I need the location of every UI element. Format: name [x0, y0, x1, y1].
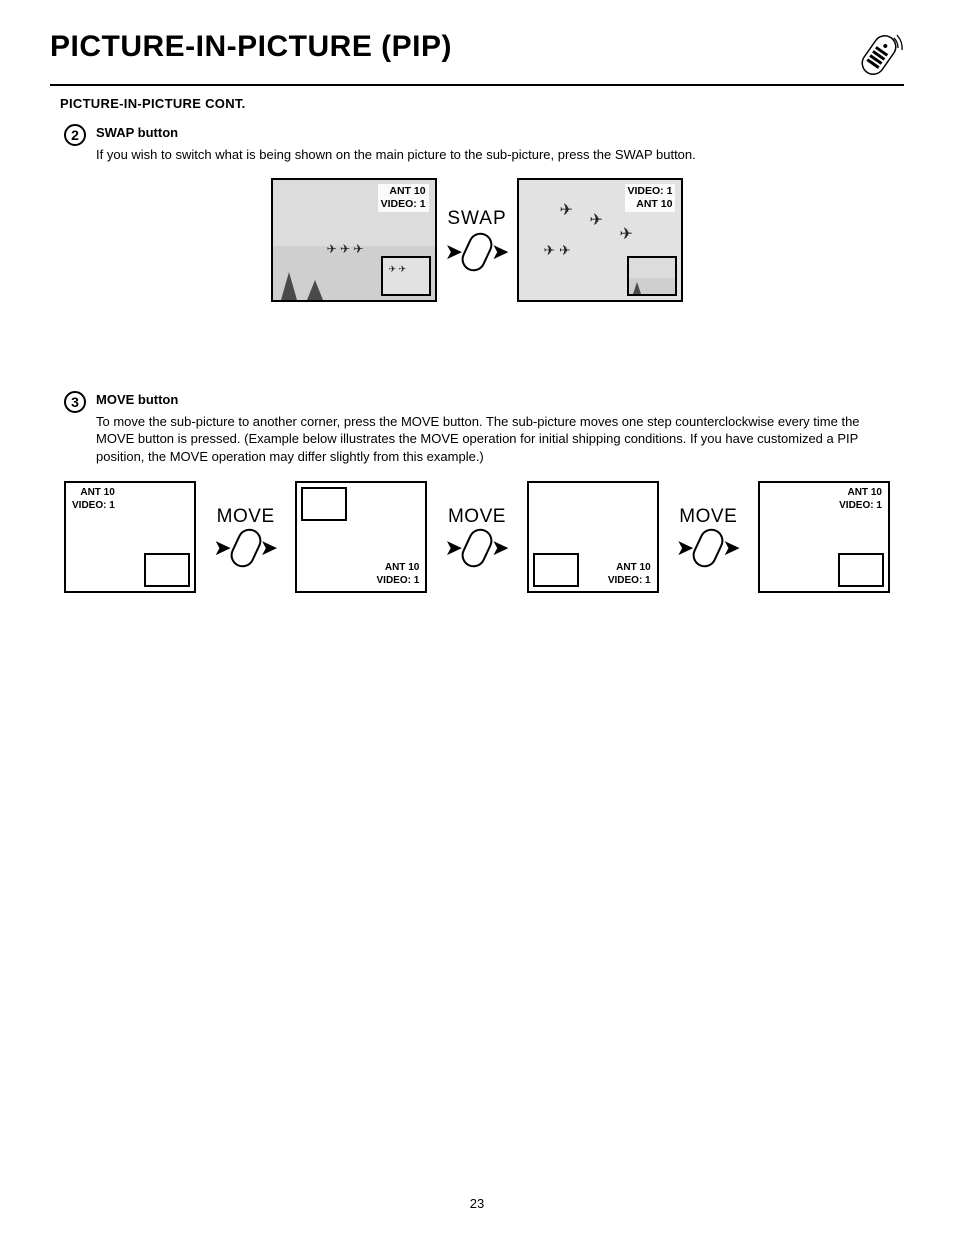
pip-left: ✈ ✈	[381, 256, 431, 296]
title-rule	[50, 84, 904, 86]
tv-before-swap: ANT 10 VIDEO: 1 ✈ ✈ ✈ ✈ ✈	[271, 178, 437, 302]
section-cont-subhead: PICTURE-IN-PICTURE CONT.	[60, 96, 904, 111]
pip-move-4	[838, 553, 884, 587]
swap-label: SWAP	[447, 208, 506, 230]
arrow-right-icon: ➤	[491, 537, 509, 559]
move-label-1: MOVE	[217, 506, 275, 528]
move-tv-1: ANT 10 VIDEO: 1	[64, 481, 196, 593]
osd-move-1: ANT 10 VIDEO: 1	[72, 487, 115, 512]
arrow-right-icon: ➤	[722, 537, 740, 559]
tv-after-swap: VIDEO: 1 ANT 10 ✈ ✈ ✈ ✈ ✈	[517, 178, 683, 302]
osd-left-line1: ANT 10	[389, 185, 425, 197]
osd-move-4: ANT 10 VIDEO: 1	[839, 487, 882, 512]
osd-right-line1: VIDEO: 1	[628, 185, 673, 197]
pip-right	[627, 256, 677, 296]
remote-icon	[854, 30, 904, 80]
osd-left-line2: VIDEO: 1	[381, 198, 426, 210]
osd-move-3: ANT 10 VIDEO: 1	[608, 562, 651, 587]
arrow-right-icon: ➤	[445, 537, 463, 559]
move-diagram: ANT 10 VIDEO: 1 MOVE ➤ ➤ ANT 10 VIDEO: 1…	[64, 481, 890, 593]
osd-left: ANT 10 VIDEO: 1	[378, 184, 429, 212]
step-number-3: 3	[64, 391, 86, 413]
arrow-right-icon: ➤	[491, 241, 509, 263]
osd-right: VIDEO: 1 ANT 10	[625, 184, 676, 212]
page-number: 23	[0, 1196, 954, 1211]
move-label-3: MOVE	[679, 506, 737, 528]
move-button-heading: MOVE button	[96, 392, 178, 407]
step-number-2: 2	[64, 124, 86, 146]
pip-move-3	[533, 553, 579, 587]
move-tv-3: ANT 10 VIDEO: 1	[527, 481, 659, 593]
osd-right-line2: ANT 10	[636, 198, 672, 210]
pip-move-2	[301, 487, 347, 521]
pip-move-1	[144, 553, 190, 587]
move-label-2: MOVE	[448, 506, 506, 528]
move-tv-2: ANT 10 VIDEO: 1	[295, 481, 427, 593]
move-body-text: To move the sub-picture to another corne…	[96, 413, 890, 466]
page-title: PICTURE-IN-PICTURE (PIP)	[50, 30, 452, 64]
osd-move-2: ANT 10 VIDEO: 1	[377, 562, 420, 587]
move-tv-4: ANT 10 VIDEO: 1	[758, 481, 890, 593]
swap-diagram: ANT 10 VIDEO: 1 ✈ ✈ ✈ ✈ ✈ SWAP ➤ ➤ VIDEO…	[64, 178, 890, 302]
arrow-right-icon: ➤	[260, 537, 278, 559]
swap-body-text: If you wish to switch what is being show…	[96, 146, 890, 164]
swap-button-heading: SWAP button	[96, 125, 178, 140]
arrow-right-icon: ➤	[213, 537, 231, 559]
